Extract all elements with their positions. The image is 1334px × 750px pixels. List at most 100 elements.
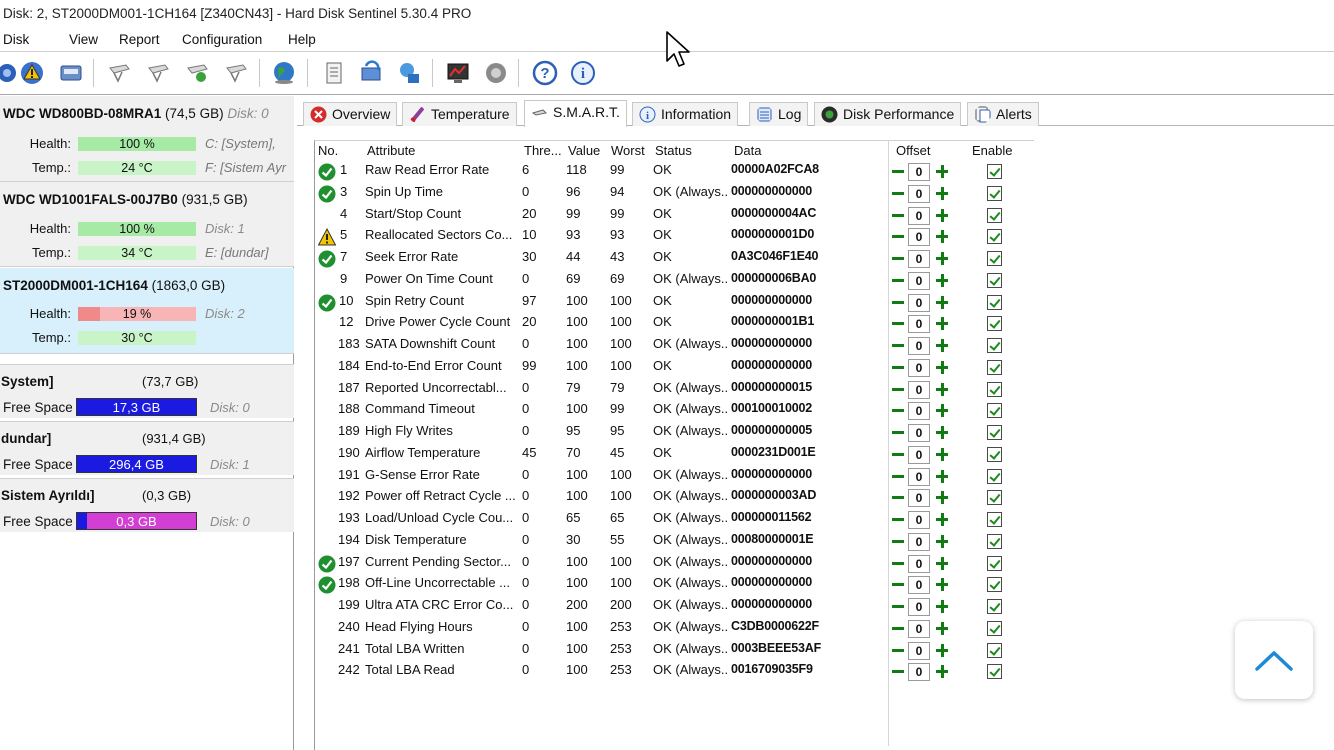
offset-input[interactable]: 0 — [908, 163, 930, 181]
warning-icon[interactable] — [17, 58, 47, 88]
tab-smart[interactable]: S.M.A.R.T. — [524, 100, 627, 127]
offset-input[interactable]: 0 — [908, 271, 930, 290]
plus-icon[interactable] — [934, 163, 950, 180]
plus-icon[interactable] — [934, 424, 950, 441]
menu-configuration[interactable]: Configuration — [182, 32, 262, 47]
col-no[interactable]: No. — [318, 143, 338, 158]
volume-item-2[interactable]: Sistem Ayrıldı] (0,3 GB) Free Space 0,3 … — [0, 478, 294, 532]
minus-icon[interactable] — [890, 468, 906, 485]
smart-row[interactable]: 242 Total LBA Read 0 100 253 OK (Always... 001… — [297, 662, 1334, 683]
offset-input[interactable]: 0 — [908, 532, 930, 551]
offset-input[interactable]: 0 — [908, 228, 930, 247]
enable-checkbox[interactable] — [987, 403, 1002, 419]
smart-row[interactable]: 5 Reallocated Sectors Co... 10 93 93 OK 000000… — [297, 227, 1334, 248]
minus-icon[interactable] — [890, 489, 906, 506]
col-status[interactable]: Status — [655, 143, 692, 158]
enable-checkbox[interactable] — [987, 664, 1002, 680]
volume-item-0[interactable]: System] (73,7 GB) Free Space 17,3 GB Dis… — [0, 364, 294, 418]
col-threshold[interactable]: Thre... — [524, 143, 562, 158]
plus-icon[interactable] — [934, 489, 950, 506]
enable-checkbox[interactable] — [987, 555, 1002, 571]
plus-icon[interactable] — [934, 468, 950, 485]
settings-icon[interactable] — [481, 58, 511, 88]
offset-input[interactable]: 0 — [908, 663, 930, 682]
hdd-2-icon[interactable] — [143, 58, 173, 88]
plus-icon[interactable] — [934, 663, 950, 680]
minus-icon[interactable] — [890, 272, 906, 289]
minus-icon[interactable] — [890, 381, 906, 398]
minus-icon[interactable] — [890, 424, 906, 441]
tab-information[interactable]: i Information — [632, 102, 739, 126]
globe-icon[interactable] — [269, 58, 299, 88]
minus-icon[interactable] — [890, 511, 906, 528]
tab-disk-performance[interactable]: Disk Performance — [814, 102, 962, 126]
plus-icon[interactable] — [934, 337, 950, 354]
enable-checkbox[interactable] — [987, 620, 1002, 636]
enable-checkbox[interactable] — [987, 490, 1002, 506]
plus-icon[interactable] — [934, 402, 950, 419]
enable-checkbox[interactable] — [987, 164, 1002, 179]
smart-row[interactable]: 193 Load/Unload Cycle Cou... 0 65 65 OK (Alwa… — [297, 510, 1334, 531]
minus-icon[interactable] — [890, 576, 906, 593]
offset-input[interactable]: 0 — [908, 598, 930, 616]
menu-view[interactable]: View — [69, 32, 98, 47]
smart-row[interactable]: 189 High Fly Writes 0 95 95 OK (Always... 0000… — [297, 423, 1334, 444]
tab-temperature[interactable]: Temperature — [402, 102, 517, 126]
minus-icon[interactable] — [890, 294, 906, 311]
enable-checkbox[interactable] — [987, 316, 1002, 332]
enable-checkbox[interactable] — [987, 446, 1002, 462]
enable-checkbox[interactable] — [987, 512, 1002, 527]
minus-icon[interactable] — [890, 359, 906, 376]
enable-checkbox[interactable] — [987, 185, 1002, 201]
smart-row[interactable]: 4 Start/Stop Count 20 99 99 OK 0000000004AC 0 — [297, 206, 1334, 227]
enable-checkbox[interactable] — [987, 207, 1002, 223]
smart-row[interactable]: 198 Off-Line Uncorrectable ... 0 100 100 OK (… — [297, 575, 1334, 596]
hdd-1-icon[interactable] — [104, 58, 134, 88]
smart-row[interactable]: 191 G-Sense Error Rate 0 100 100 OK (Always..… — [297, 467, 1334, 488]
plus-icon[interactable] — [934, 511, 950, 528]
enable-checkbox[interactable] — [987, 294, 1002, 310]
minus-icon[interactable] — [890, 402, 906, 419]
scroll-to-top-button[interactable] — [1235, 621, 1313, 699]
enable-checkbox[interactable] — [987, 229, 1002, 245]
offset-input[interactable]: 0 — [908, 445, 930, 464]
chart-icon[interactable] — [443, 58, 473, 88]
offset-input[interactable]: 0 — [908, 641, 930, 660]
help-icon[interactable]: ? — [530, 58, 560, 88]
smart-row[interactable]: 187 Reported Uncorrectabl... 0 79 79 OK (Alwa… — [297, 380, 1334, 401]
network-icon[interactable] — [394, 58, 424, 88]
offset-input[interactable]: 0 — [908, 358, 930, 377]
plus-icon[interactable] — [934, 272, 950, 289]
col-enable[interactable]: Enable — [972, 143, 1012, 158]
refresh-icon[interactable] — [356, 58, 386, 88]
offset-input[interactable]: 0 — [908, 315, 930, 334]
plus-icon[interactable] — [934, 598, 950, 615]
plus-icon[interactable] — [934, 207, 950, 224]
offset-input[interactable]: 0 — [908, 619, 930, 638]
smart-row[interactable]: 7 Seek Error Rate 30 44 43 OK 0A3C046F1E40 0 — [297, 249, 1334, 270]
col-value[interactable]: Value — [568, 143, 600, 158]
plus-icon[interactable] — [934, 294, 950, 311]
offset-input[interactable]: 0 — [908, 337, 930, 355]
enable-checkbox[interactable] — [987, 642, 1002, 658]
enable-checkbox[interactable] — [987, 381, 1002, 397]
smart-row[interactable]: 3 Spin Up Time 0 96 94 OK (Always... 000000000… — [297, 184, 1334, 205]
plus-icon[interactable] — [934, 620, 950, 637]
plus-icon[interactable] — [934, 446, 950, 463]
disk-item-1[interactable]: WDC WD1001FALS-00J7B0 (931,5 GB) Health:… — [0, 182, 294, 267]
minus-icon[interactable] — [890, 663, 906, 680]
smart-row[interactable]: 199 Ultra ATA CRC Error Co... 0 200 200 OK (A… — [297, 597, 1334, 618]
offset-input[interactable]: 0 — [908, 554, 930, 573]
smart-row[interactable]: 12 Drive Power Cycle Count 20 100 100 OK 00000… — [297, 314, 1334, 335]
smart-row[interactable]: 1 Raw Read Error Rate 6 118 99 OK 00000A02FCA8… — [297, 162, 1334, 183]
col-data[interactable]: Data — [734, 143, 761, 158]
plus-icon[interactable] — [934, 381, 950, 398]
offset-input[interactable]: 0 — [908, 250, 930, 268]
plus-icon[interactable] — [934, 315, 950, 332]
minus-icon[interactable] — [890, 555, 906, 572]
minus-icon[interactable] — [890, 185, 906, 202]
minus-icon[interactable] — [890, 642, 906, 659]
minus-icon[interactable] — [890, 446, 906, 463]
smart-row[interactable]: 184 End-to-End Error Count 99 100 100 OK 00000… — [297, 358, 1334, 379]
smart-row[interactable]: 9 Power On Time Count 0 69 69 OK (Always... 00… — [297, 271, 1334, 292]
